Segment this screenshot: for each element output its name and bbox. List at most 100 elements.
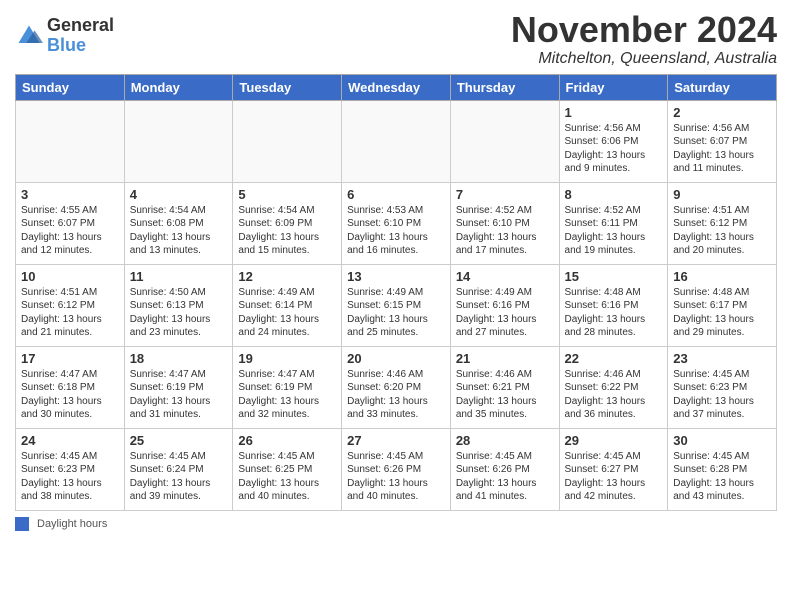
header-thursday: Thursday	[450, 74, 559, 100]
cell-info: Sunrise: 4:45 AMSunset: 6:23 PMDaylight:…	[673, 368, 771, 422]
day-cell: 11 Sunrise: 4:50 AMSunset: 6:13 PMDaylig…	[124, 264, 233, 346]
legend-box	[15, 517, 29, 531]
month-title: November 2024	[511, 10, 777, 50]
calendar-table: SundayMondayTuesdayWednesdayThursdayFrid…	[15, 74, 777, 511]
day-cell: 5 Sunrise: 4:54 AMSunset: 6:09 PMDayligh…	[233, 182, 342, 264]
day-number: 9	[673, 187, 771, 202]
day-cell: 12 Sunrise: 4:49 AMSunset: 6:14 PMDaylig…	[233, 264, 342, 346]
legend-label: Daylight hours	[37, 518, 107, 530]
day-cell: 18 Sunrise: 4:47 AMSunset: 6:19 PMDaylig…	[124, 346, 233, 428]
day-cell: 4 Sunrise: 4:54 AMSunset: 6:08 PMDayligh…	[124, 182, 233, 264]
title-area: November 2024 Mitchelton, Queensland, Au…	[511, 10, 777, 68]
header-tuesday: Tuesday	[233, 74, 342, 100]
day-cell: 8 Sunrise: 4:52 AMSunset: 6:11 PMDayligh…	[559, 182, 668, 264]
day-number: 3	[21, 187, 119, 202]
cell-info: Sunrise: 4:46 AMSunset: 6:21 PMDaylight:…	[456, 368, 554, 422]
logo-icon	[15, 22, 43, 50]
day-number: 8	[565, 187, 663, 202]
week-row-2: 3 Sunrise: 4:55 AMSunset: 6:07 PMDayligh…	[16, 182, 777, 264]
logo-blue: Blue	[47, 36, 114, 56]
day-number: 18	[130, 351, 228, 366]
week-row-4: 17 Sunrise: 4:47 AMSunset: 6:18 PMDaylig…	[16, 346, 777, 428]
day-cell: 27 Sunrise: 4:45 AMSunset: 6:26 PMDaylig…	[342, 428, 451, 510]
day-cell: 29 Sunrise: 4:45 AMSunset: 6:27 PMDaylig…	[559, 428, 668, 510]
day-number: 22	[565, 351, 663, 366]
day-cell: 15 Sunrise: 4:48 AMSunset: 6:16 PMDaylig…	[559, 264, 668, 346]
cell-info: Sunrise: 4:53 AMSunset: 6:10 PMDaylight:…	[347, 204, 445, 258]
day-number: 29	[565, 433, 663, 448]
day-number: 27	[347, 433, 445, 448]
day-number: 12	[238, 269, 336, 284]
day-number: 10	[21, 269, 119, 284]
footer: Daylight hours	[15, 517, 777, 531]
day-cell: 13 Sunrise: 4:49 AMSunset: 6:15 PMDaylig…	[342, 264, 451, 346]
day-cell: 9 Sunrise: 4:51 AMSunset: 6:12 PMDayligh…	[668, 182, 777, 264]
cell-info: Sunrise: 4:45 AMSunset: 6:23 PMDaylight:…	[21, 450, 119, 504]
cell-info: Sunrise: 4:45 AMSunset: 6:26 PMDaylight:…	[347, 450, 445, 504]
header-saturday: Saturday	[668, 74, 777, 100]
day-cell: 1 Sunrise: 4:56 AMSunset: 6:06 PMDayligh…	[559, 100, 668, 182]
day-cell: 3 Sunrise: 4:55 AMSunset: 6:07 PMDayligh…	[16, 182, 125, 264]
day-cell: 17 Sunrise: 4:47 AMSunset: 6:18 PMDaylig…	[16, 346, 125, 428]
day-cell	[124, 100, 233, 182]
day-cell	[233, 100, 342, 182]
cell-info: Sunrise: 4:45 AMSunset: 6:25 PMDaylight:…	[238, 450, 336, 504]
cell-info: Sunrise: 4:54 AMSunset: 6:09 PMDaylight:…	[238, 204, 336, 258]
week-row-5: 24 Sunrise: 4:45 AMSunset: 6:23 PMDaylig…	[16, 428, 777, 510]
day-cell: 21 Sunrise: 4:46 AMSunset: 6:21 PMDaylig…	[450, 346, 559, 428]
day-number: 23	[673, 351, 771, 366]
day-number: 17	[21, 351, 119, 366]
cell-info: Sunrise: 4:49 AMSunset: 6:15 PMDaylight:…	[347, 286, 445, 340]
day-number: 4	[130, 187, 228, 202]
day-number: 30	[673, 433, 771, 448]
week-row-3: 10 Sunrise: 4:51 AMSunset: 6:12 PMDaylig…	[16, 264, 777, 346]
day-number: 24	[21, 433, 119, 448]
day-cell: 22 Sunrise: 4:46 AMSunset: 6:22 PMDaylig…	[559, 346, 668, 428]
day-cell	[450, 100, 559, 182]
day-number: 5	[238, 187, 336, 202]
day-number: 19	[238, 351, 336, 366]
day-number: 6	[347, 187, 445, 202]
day-number: 13	[347, 269, 445, 284]
logo-general: General	[47, 16, 114, 36]
cell-info: Sunrise: 4:45 AMSunset: 6:27 PMDaylight:…	[565, 450, 663, 504]
cell-info: Sunrise: 4:56 AMSunset: 6:06 PMDaylight:…	[565, 122, 663, 176]
calendar-header-row: SundayMondayTuesdayWednesdayThursdayFrid…	[16, 74, 777, 100]
day-number: 11	[130, 269, 228, 284]
day-number: 26	[238, 433, 336, 448]
header-wednesday: Wednesday	[342, 74, 451, 100]
day-cell	[16, 100, 125, 182]
header-sunday: Sunday	[16, 74, 125, 100]
cell-info: Sunrise: 4:49 AMSunset: 6:16 PMDaylight:…	[456, 286, 554, 340]
cell-info: Sunrise: 4:54 AMSunset: 6:08 PMDaylight:…	[130, 204, 228, 258]
cell-info: Sunrise: 4:52 AMSunset: 6:11 PMDaylight:…	[565, 204, 663, 258]
day-number: 1	[565, 105, 663, 120]
day-number: 28	[456, 433, 554, 448]
day-cell: 23 Sunrise: 4:45 AMSunset: 6:23 PMDaylig…	[668, 346, 777, 428]
day-cell: 2 Sunrise: 4:56 AMSunset: 6:07 PMDayligh…	[668, 100, 777, 182]
day-cell: 10 Sunrise: 4:51 AMSunset: 6:12 PMDaylig…	[16, 264, 125, 346]
header-monday: Monday	[124, 74, 233, 100]
header-friday: Friday	[559, 74, 668, 100]
cell-info: Sunrise: 4:45 AMSunset: 6:26 PMDaylight:…	[456, 450, 554, 504]
location: Mitchelton, Queensland, Australia	[511, 50, 777, 68]
day-cell: 16 Sunrise: 4:48 AMSunset: 6:17 PMDaylig…	[668, 264, 777, 346]
cell-info: Sunrise: 4:47 AMSunset: 6:18 PMDaylight:…	[21, 368, 119, 422]
day-cell: 30 Sunrise: 4:45 AMSunset: 6:28 PMDaylig…	[668, 428, 777, 510]
day-number: 14	[456, 269, 554, 284]
day-cell: 26 Sunrise: 4:45 AMSunset: 6:25 PMDaylig…	[233, 428, 342, 510]
day-cell: 19 Sunrise: 4:47 AMSunset: 6:19 PMDaylig…	[233, 346, 342, 428]
day-cell: 20 Sunrise: 4:46 AMSunset: 6:20 PMDaylig…	[342, 346, 451, 428]
day-number: 7	[456, 187, 554, 202]
cell-info: Sunrise: 4:52 AMSunset: 6:10 PMDaylight:…	[456, 204, 554, 258]
cell-info: Sunrise: 4:55 AMSunset: 6:07 PMDaylight:…	[21, 204, 119, 258]
day-number: 20	[347, 351, 445, 366]
cell-info: Sunrise: 4:45 AMSunset: 6:28 PMDaylight:…	[673, 450, 771, 504]
day-cell: 6 Sunrise: 4:53 AMSunset: 6:10 PMDayligh…	[342, 182, 451, 264]
day-cell: 7 Sunrise: 4:52 AMSunset: 6:10 PMDayligh…	[450, 182, 559, 264]
cell-info: Sunrise: 4:47 AMSunset: 6:19 PMDaylight:…	[130, 368, 228, 422]
day-cell	[342, 100, 451, 182]
cell-info: Sunrise: 4:49 AMSunset: 6:14 PMDaylight:…	[238, 286, 336, 340]
day-number: 15	[565, 269, 663, 284]
day-number: 25	[130, 433, 228, 448]
